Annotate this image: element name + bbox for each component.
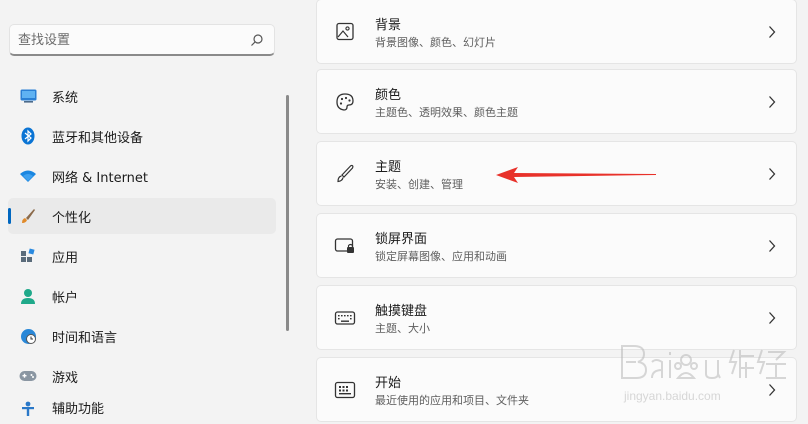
- person-icon: [19, 287, 37, 305]
- start-icon: [334, 381, 356, 399]
- card-colors[interactable]: 颜色 主题色、透明效果、颜色主题: [316, 69, 797, 134]
- card-subtitle: 主题、大小: [375, 322, 430, 335]
- sidebar-item-label: 个性化: [52, 210, 92, 226]
- sidebar-item-gaming[interactable]: 游戏: [8, 358, 276, 394]
- paintbrush-icon: [19, 207, 37, 225]
- card-subtitle: 背景图像、颜色、幻灯片: [375, 36, 496, 49]
- sidebar-item-accessibility[interactable]: 辅助功能: [8, 398, 276, 418]
- sidebar-item-time-language[interactable]: 时间和语言: [8, 318, 276, 354]
- card-subtitle: 主题色、透明效果、颜色主题: [375, 106, 518, 119]
- baidu-jingyan-watermark-logo: jingyan.baidu.com: [621, 345, 787, 403]
- card-subtitle: 最近使用的应用和项目、文件夹: [375, 394, 529, 407]
- sidebar-item-network[interactable]: 网络 & Internet: [8, 158, 276, 194]
- chevron-right-icon: [769, 96, 776, 108]
- card-subtitle: 锁定屏幕图像、应用和动画: [375, 250, 507, 263]
- keyboard-icon: [334, 311, 356, 325]
- brush-icon: [337, 164, 354, 183]
- monitor-icon: [19, 87, 37, 105]
- chevron-right-icon: [769, 26, 776, 38]
- apps-icon: [19, 247, 37, 265]
- card-title: 触摸键盘: [375, 304, 428, 319]
- globe-clock-icon: [19, 327, 37, 345]
- search-input[interactable]: [18, 30, 248, 50]
- chevron-right-icon: [769, 240, 776, 252]
- wifi-icon: [19, 167, 37, 185]
- sidebar-item-label: 帐户: [52, 290, 79, 306]
- sidebar-item-label: 系统: [52, 90, 79, 106]
- sidebar-item-system[interactable]: 系统: [8, 78, 276, 114]
- card-title: 开始: [375, 376, 402, 391]
- accessibility-icon: [19, 400, 37, 418]
- card-title: 背景: [375, 18, 402, 33]
- svg-text:jingyan.baidu.com: jingyan.baidu.com: [623, 389, 721, 403]
- sidebar-nav: 系统 蓝牙和其他设备 网络 & Internet 个性化 应用 帐户 时间和语言…: [8, 78, 276, 422]
- chevron-right-icon: [769, 312, 776, 324]
- gamepad-icon: [19, 367, 37, 385]
- bluetooth-icon: [19, 127, 37, 145]
- sidebar-item-label: 网络 & Internet: [52, 170, 149, 186]
- search-box[interactable]: [9, 24, 275, 56]
- chevron-right-icon: [769, 168, 776, 180]
- card-lock-screen[interactable]: 锁屏界面 锁定屏幕图像、应用和动画: [316, 213, 797, 278]
- palette-icon: [336, 93, 354, 111]
- card-title: 主题: [375, 160, 402, 175]
- lock-screen-icon: [334, 238, 354, 253]
- card-background[interactable]: 背景 背景图像、颜色、幻灯片: [316, 0, 797, 64]
- sidebar-item-label: 蓝牙和其他设备: [52, 130, 144, 146]
- card-title: 锁屏界面: [375, 232, 428, 247]
- search-icon[interactable]: [250, 33, 264, 47]
- sidebar-scrollbar[interactable]: [286, 95, 289, 331]
- sidebar-item-bluetooth[interactable]: 蓝牙和其他设备: [8, 118, 276, 154]
- sidebar-item-personalization[interactable]: 个性化: [8, 198, 276, 234]
- card-subtitle: 安装、创建、管理: [375, 178, 463, 191]
- sidebar-item-label: 时间和语言: [52, 330, 118, 346]
- sidebar-item-label: 辅助功能: [52, 402, 105, 417]
- selection-indicator: [8, 208, 11, 224]
- sidebar-item-accounts[interactable]: 帐户: [8, 278, 276, 314]
- sidebar-item-apps[interactable]: 应用: [8, 238, 276, 274]
- sidebar-item-label: 游戏: [52, 370, 79, 386]
- sidebar-item-label: 应用: [52, 250, 79, 266]
- image-icon: [336, 22, 354, 41]
- card-title: 颜色: [375, 88, 402, 103]
- annotation-arrow: [496, 167, 656, 183]
